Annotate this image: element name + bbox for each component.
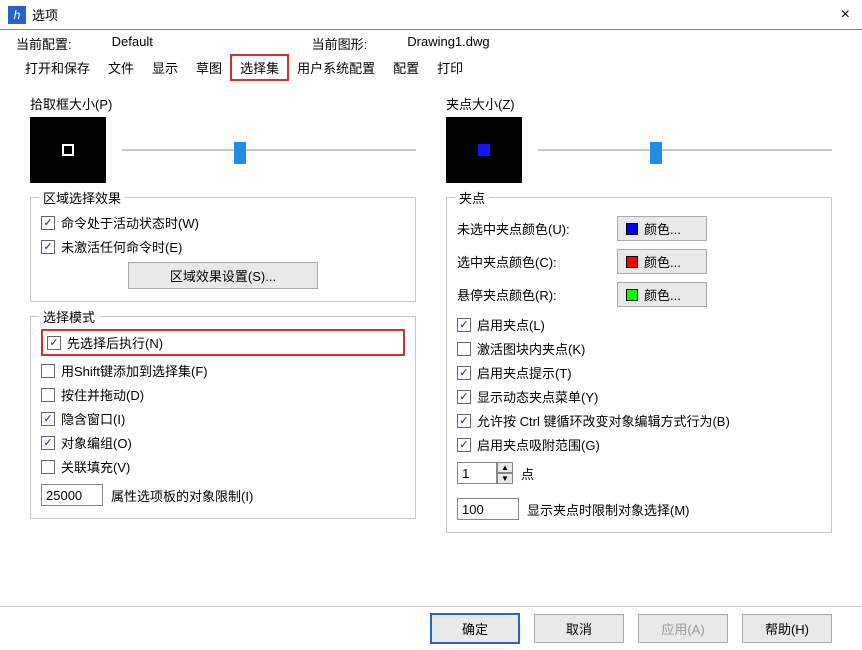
cancel-button[interactable]: 取消	[534, 614, 624, 643]
chk-ctrl-cycle[interactable]: ✓	[457, 414, 471, 428]
chk-snap-range[interactable]: ✓	[457, 438, 471, 452]
chk-pre-exec-label: 先选择后执行(N)	[67, 333, 163, 352]
chk-implied-win[interactable]: ✓	[41, 412, 55, 426]
prop-limit-input[interactable]	[41, 484, 103, 506]
grips-title: 夹点	[455, 188, 489, 207]
tab-print[interactable]: 打印	[428, 55, 472, 80]
chk-block-grip-label: 激活图块内夹点(K)	[477, 339, 585, 358]
selmode-title: 选择模式	[39, 307, 99, 326]
chk-dyn-menu[interactable]: ✓	[457, 390, 471, 404]
dot-spinner[interactable]: ▲▼	[457, 462, 513, 484]
chk-grip-tip[interactable]: ✓	[457, 366, 471, 380]
gripsize-title: 夹点大小(Z)	[446, 94, 832, 113]
close-icon[interactable]: ×	[837, 6, 854, 24]
apply-button[interactable]: 应用(A)	[638, 614, 728, 643]
config-value: Default	[112, 34, 252, 53]
chk-inactive-cmd-label: 未激活任何命令时(E)	[61, 237, 182, 256]
gripsize-slider[interactable]	[538, 140, 832, 160]
ok-button[interactable]: 确定	[430, 613, 520, 644]
spin-down-icon[interactable]: ▼	[497, 473, 513, 484]
tab-user-sys[interactable]: 用户系统配置	[288, 55, 384, 80]
hover-color-button[interactable]: 颜色...	[617, 282, 707, 307]
tab-draft[interactable]: 草图	[187, 55, 231, 80]
chk-implied-win-label: 隐含窗口(I)	[61, 409, 125, 428]
grip-limit-input[interactable]	[457, 498, 519, 520]
tab-selection[interactable]: 选择集	[231, 55, 288, 80]
chk-active-cmd[interactable]: ✓	[41, 216, 55, 230]
swatch-blue	[626, 223, 638, 235]
unsel-color-label: 未选中夹点颜色(U):	[457, 219, 617, 238]
chk-pre-exec[interactable]: ✓	[47, 336, 61, 350]
chk-obj-group[interactable]: ✓	[41, 436, 55, 450]
sel-color-button[interactable]: 颜色...	[617, 249, 707, 274]
gripsize-preview	[446, 117, 522, 183]
region-title: 区域选择效果	[39, 188, 125, 207]
swatch-red	[626, 256, 638, 268]
hover-color-label: 悬停夹点颜色(R):	[457, 285, 617, 304]
drawing-value: Drawing1.dwg	[407, 34, 489, 53]
prop-limit-label: 属性选项板的对象限制(I)	[111, 486, 253, 505]
chk-snap-range-label: 启用夹点吸附范围(G)	[477, 435, 600, 454]
chk-enable-grip-label: 启用夹点(L)	[477, 315, 545, 334]
grip-limit-label: 显示夹点时限制对象选择(M)	[527, 500, 690, 519]
unsel-color-button[interactable]: 颜色...	[617, 216, 707, 241]
tab-display[interactable]: 显示	[143, 55, 187, 80]
window-title: 选项	[32, 5, 837, 24]
chk-inactive-cmd[interactable]: ✓	[41, 240, 55, 254]
app-icon: h	[8, 6, 26, 24]
chk-press-drag-label: 按住并拖动(D)	[61, 385, 144, 404]
dot-label: 点	[521, 464, 534, 483]
config-label: 当前配置:	[16, 34, 72, 53]
chk-press-drag[interactable]	[41, 388, 55, 402]
tab-file[interactable]: 文件	[99, 55, 143, 80]
chk-grip-tip-label: 启用夹点提示(T)	[477, 363, 572, 382]
chk-dyn-menu-label: 显示动态夹点菜单(Y)	[477, 387, 598, 406]
pickbox-slider[interactable]	[122, 140, 416, 160]
swatch-green	[626, 289, 638, 301]
chk-shift-add-label: 用Shift键添加到选择集(F)	[61, 361, 208, 380]
help-button[interactable]: 帮助(H)	[742, 614, 832, 643]
chk-enable-grip[interactable]: ✓	[457, 318, 471, 332]
sel-color-label: 选中夹点颜色(C):	[457, 252, 617, 271]
spin-up-icon[interactable]: ▲	[497, 462, 513, 473]
tab-open-save[interactable]: 打开和保存	[16, 55, 99, 80]
chk-ctrl-cycle-label: 允许按 Ctrl 键循环改变对象编辑方式行为(B)	[477, 411, 730, 430]
pickbox-title: 拾取框大小(P)	[30, 94, 416, 113]
chk-assoc-hatch-label: 关联填充(V)	[61, 457, 130, 476]
chk-assoc-hatch[interactable]	[41, 460, 55, 474]
chk-block-grip[interactable]	[457, 342, 471, 356]
drawing-label: 当前图形:	[312, 34, 368, 53]
chk-shift-add[interactable]	[41, 364, 55, 378]
region-settings-button[interactable]: 区域效果设置(S)...	[128, 262, 318, 289]
tab-config[interactable]: 配置	[384, 55, 428, 80]
pickbox-preview	[30, 117, 106, 183]
chk-obj-group-label: 对象编组(O)	[61, 433, 132, 452]
chk-active-cmd-label: 命令处于活动状态时(W)	[61, 213, 199, 232]
